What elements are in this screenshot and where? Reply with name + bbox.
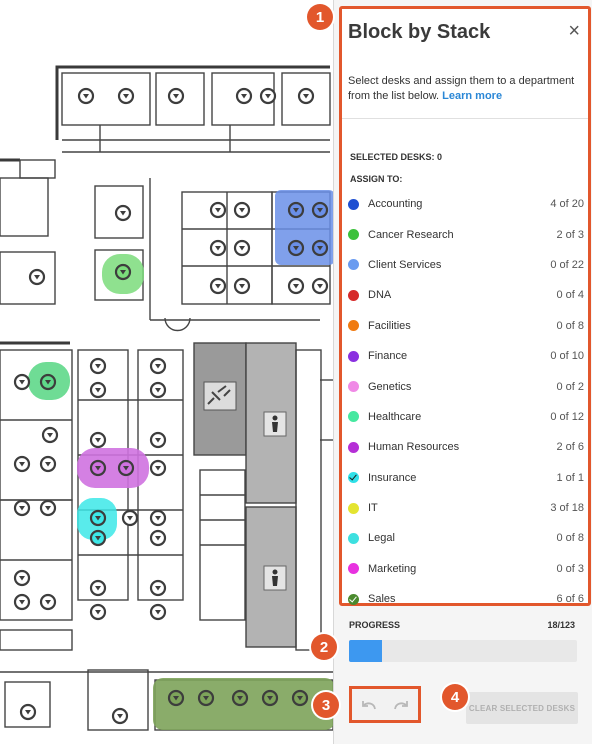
department-color-icon <box>348 441 359 453</box>
undo-redo-group <box>349 686 421 723</box>
department-item[interactable]: Genetics 0 of 2 <box>348 371 584 401</box>
department-item[interactable]: IT 3 of 18 <box>348 493 584 523</box>
callout-badge-3: 3 <box>313 692 339 718</box>
department-color-icon <box>348 502 359 514</box>
department-count: 2 of 3 <box>556 228 584 241</box>
department-name: Marketing <box>368 562 417 575</box>
department-count: 0 of 12 <box>550 410 584 423</box>
department-name: Facilities <box>368 319 411 332</box>
learn-more-link[interactable]: Learn more <box>442 90 502 102</box>
department-item[interactable]: Cancer Research 2 of 3 <box>348 219 584 249</box>
clear-selected-desks-button[interactable]: CLEAR SELECTED DESKS <box>466 692 578 724</box>
progress-bar-fill <box>349 640 383 662</box>
assign-to-label: ASSIGN TO: <box>350 174 403 184</box>
callout-badge-4: 4 <box>442 684 468 710</box>
department-count: 0 of 3 <box>556 562 584 575</box>
department-color-icon <box>348 259 359 271</box>
department-item[interactable]: Client Services 0 of 22 <box>348 250 584 280</box>
panel-header: Block by Stack × Select desks and assign… <box>342 9 588 119</box>
department-name: IT <box>368 502 378 515</box>
panel-title: Block by Stack <box>348 21 491 43</box>
department-item[interactable]: DNA 0 of 4 <box>348 280 584 310</box>
close-icon[interactable]: × <box>568 21 580 41</box>
department-item[interactable]: Marketing 0 of 3 <box>348 554 584 584</box>
department-item[interactable]: Legal 0 of 8 <box>348 523 584 553</box>
progress-section: PROGRESS 18/123 <box>349 620 579 662</box>
department-count: 0 of 22 <box>550 258 584 271</box>
department-color-icon <box>348 229 359 241</box>
progress-bar <box>349 640 577 662</box>
department-name: DNA <box>368 289 392 302</box>
department-name: Accounting <box>368 198 423 211</box>
department-name: Cancer Research <box>368 228 454 241</box>
progress-label: PROGRESS <box>349 620 401 630</box>
department-item[interactable]: Accounting 4 of 20 <box>348 189 584 219</box>
block-by-stack-panel: Block by Stack × Select desks and assign… <box>339 6 591 606</box>
department-color-icon <box>348 411 359 423</box>
department-color-icon <box>348 381 359 393</box>
department-count: 0 of 2 <box>556 380 584 393</box>
department-name: Finance <box>368 350 408 363</box>
department-color-icon <box>348 289 359 301</box>
department-item[interactable]: Insurance 1 of 1 <box>348 463 584 493</box>
panel-description: Select desks and assign them to a depart… <box>348 74 582 104</box>
progress-count: 18/123 <box>547 620 575 630</box>
department-count: 2 of 6 <box>556 441 584 454</box>
department-name: Human Resources <box>368 441 460 454</box>
department-name: Client Services <box>368 258 442 271</box>
department-color-icon <box>348 350 359 362</box>
floor-plan-drawing <box>0 0 333 744</box>
department-name: Insurance <box>368 471 417 484</box>
department-count: 0 of 8 <box>556 532 584 545</box>
department-count: 0 of 10 <box>550 350 584 363</box>
department-name: Genetics <box>368 380 412 393</box>
undo-icon[interactable] <box>360 698 378 712</box>
department-count: 3 of 18 <box>550 502 584 515</box>
department-check-icon <box>348 593 359 605</box>
selected-desks-label: SELECTED DESKS: 0 <box>350 152 443 162</box>
department-count: 1 of 1 <box>556 471 584 484</box>
department-color-icon <box>348 198 359 210</box>
department-count: 4 of 20 <box>550 198 584 211</box>
department-name: Healthcare <box>368 410 422 423</box>
department-item[interactable]: Healthcare 0 of 12 <box>348 402 584 432</box>
department-list: Accounting 4 of 20 Cancer Research 2 of 3 … <box>348 189 584 614</box>
department-item[interactable]: Finance 0 of 10 <box>348 341 584 371</box>
department-item[interactable]: Facilities 0 of 8 <box>348 311 584 341</box>
department-color-icon <box>348 532 359 544</box>
department-item[interactable]: Sales 6 of 6 <box>348 584 584 614</box>
department-color-icon <box>348 563 359 575</box>
department-check-icon <box>348 472 359 484</box>
department-item[interactable]: Human Resources 2 of 6 <box>348 432 584 462</box>
department-name: Sales <box>368 593 396 606</box>
department-count: 0 of 8 <box>556 319 584 332</box>
callout-badge-1: 1 <box>307 4 333 30</box>
department-count: 0 of 4 <box>556 289 584 302</box>
department-count: 6 of 6 <box>556 593 584 606</box>
department-color-icon <box>348 320 359 332</box>
department-name: Legal <box>368 532 395 545</box>
callout-badge-2: 2 <box>311 634 337 660</box>
redo-icon[interactable] <box>392 698 410 712</box>
